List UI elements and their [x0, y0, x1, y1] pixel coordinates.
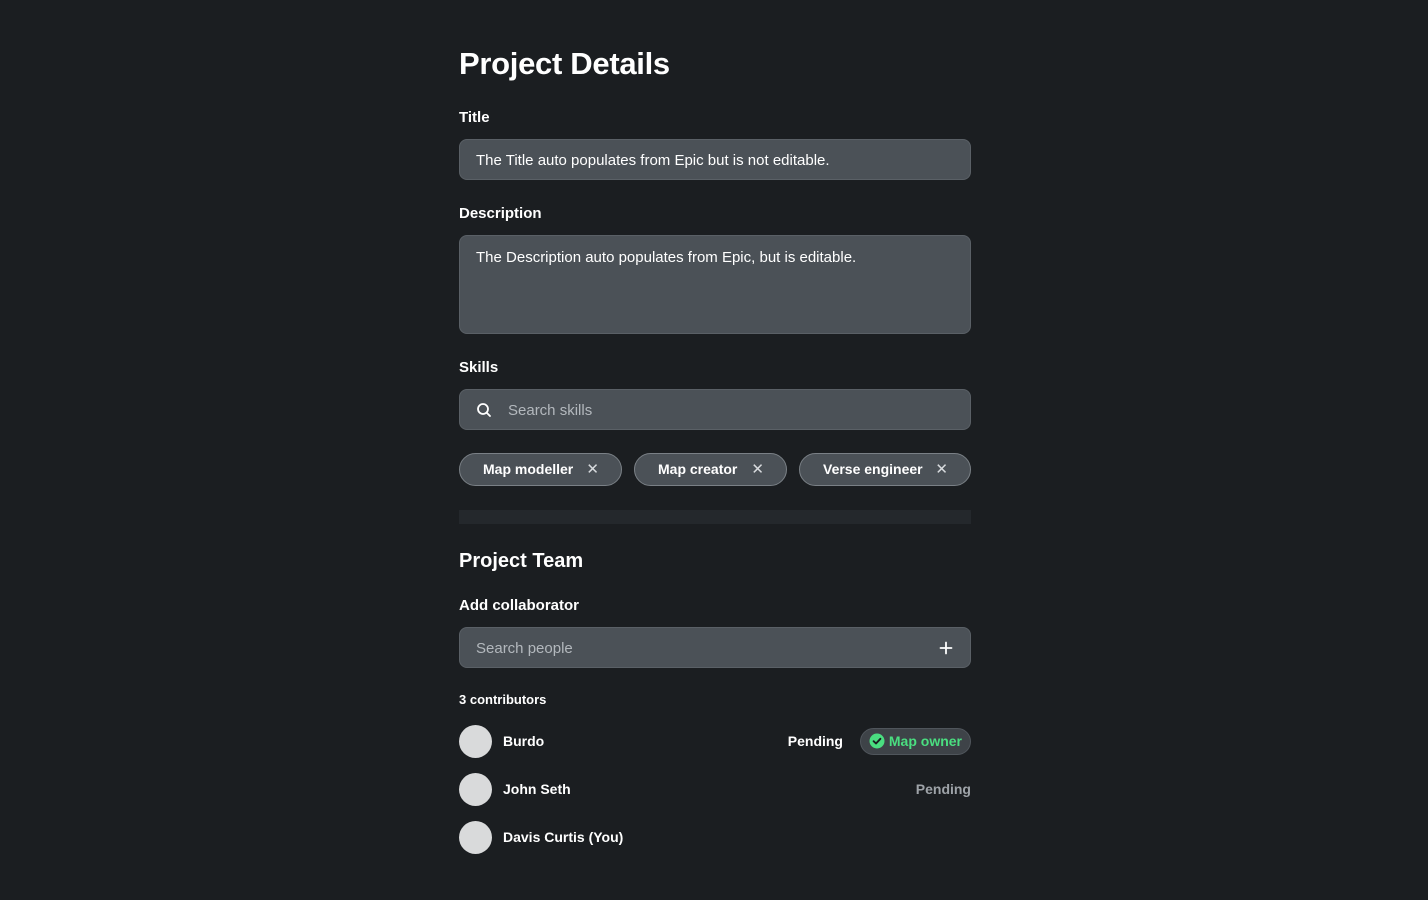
skill-chip-map-creator: Map creator ✕ — [634, 453, 787, 486]
map-owner-badge[interactable]: Map owner — [859, 728, 971, 755]
skill-chip-label: Verse engineer — [823, 461, 923, 477]
close-icon[interactable]: ✕ — [751, 454, 764, 485]
status-label: Pending — [787, 733, 843, 749]
skills-search-input[interactable]: Search skills — [459, 389, 971, 430]
contributor-name: Burdo — [503, 733, 545, 749]
description-label: Description — [459, 205, 542, 222]
avatar — [459, 773, 492, 806]
avatar — [459, 821, 492, 854]
title-label: Title — [459, 109, 490, 126]
close-icon[interactable]: ✕ — [935, 454, 948, 485]
skill-chips: Map modeller ✕ Map creator ✕ Verse engin… — [459, 453, 971, 486]
search-icon — [477, 403, 491, 417]
skills-placeholder: Search skills — [508, 402, 593, 419]
close-icon[interactable]: ✕ — [586, 454, 599, 485]
contributor-row: Davis Curtis (You) — [459, 821, 971, 854]
page-title: Project Details — [459, 46, 670, 81]
section-title-project-team: Project Team — [459, 550, 584, 572]
contributor-row: Burdo Pending Map owner — [459, 725, 971, 758]
badge-label: Map owner — [888, 733, 962, 749]
plus-icon[interactable] — [938, 640, 954, 656]
title-field: The Title auto populates from Epic but i… — [459, 139, 971, 180]
contributor-name: Davis Curtis (You) — [503, 829, 624, 845]
skill-chip-map-modeller: Map modeller ✕ — [459, 453, 622, 486]
avatar — [459, 725, 492, 758]
contributors-count: 3 contributors — [459, 692, 547, 707]
people-search-input[interactable]: Search people — [459, 627, 971, 668]
skill-chip-verse-engineer: Verse engineer ✕ — [799, 453, 971, 486]
skill-chip-label: Map modeller — [483, 461, 574, 477]
description-value: The Description auto populates from Epic… — [476, 249, 857, 266]
description-textarea[interactable]: The Description auto populates from Epic… — [459, 235, 971, 334]
add-collaborator-label: Add collaborator — [459, 597, 580, 614]
check-circle-icon — [869, 733, 885, 749]
title-value: The Title auto populates from Epic but i… — [476, 152, 830, 169]
section-divider — [459, 510, 971, 524]
skills-label: Skills — [459, 359, 499, 376]
contributor-row: John Seth Pending — [459, 773, 971, 806]
contributor-name: John Seth — [503, 781, 571, 797]
people-placeholder: Search people — [476, 640, 573, 657]
status-label: Pending — [915, 781, 971, 797]
skill-chip-label: Map creator — [658, 461, 738, 477]
